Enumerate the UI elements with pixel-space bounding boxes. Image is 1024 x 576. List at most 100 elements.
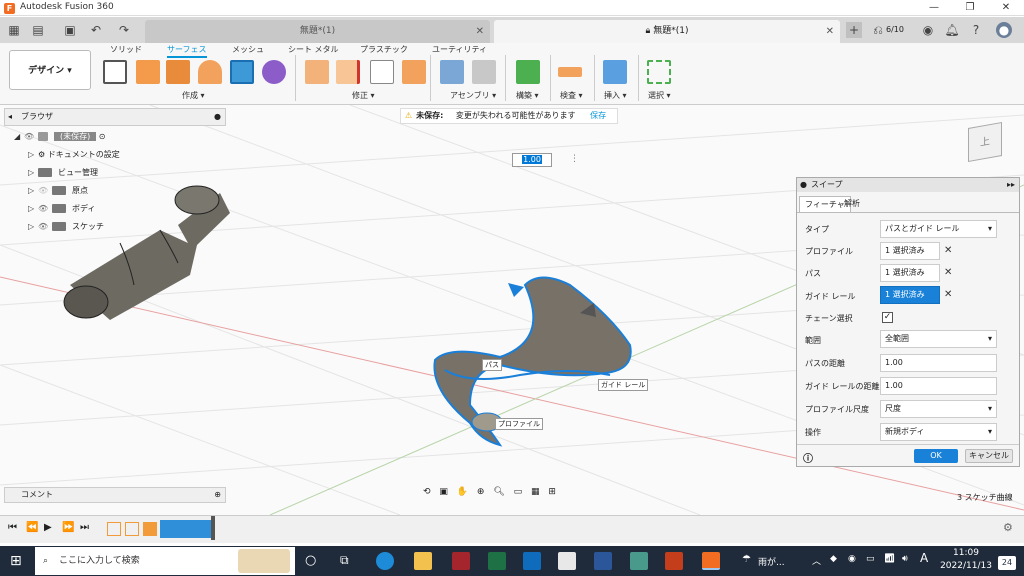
- collapse-icon[interactable]: ◂: [8, 109, 12, 125]
- pin-icon[interactable]: ●: [214, 109, 221, 125]
- clear-profile-icon[interactable]: ✕: [944, 245, 952, 256]
- edge-icon[interactable]: [376, 552, 394, 570]
- close-tab-icon[interactable]: ✕: [826, 20, 834, 43]
- tray-app-icon[interactable]: ◆: [830, 554, 837, 564]
- file-explorer-icon[interactable]: [414, 552, 432, 570]
- clock-date[interactable]: 2022/11/13: [935, 561, 997, 571]
- display-settings-icon[interactable]: ▭: [514, 487, 523, 497]
- ok-button[interactable]: OK: [914, 449, 958, 463]
- construct-group-label[interactable]: 構築 ▾: [516, 90, 539, 101]
- timeline-sketch-icon[interactable]: [107, 522, 121, 536]
- step-forward-icon[interactable]: ⏩: [62, 522, 74, 533]
- add-comment-icon[interactable]: ⊕: [214, 488, 221, 502]
- eye-icon[interactable]: 👁︎: [24, 129, 38, 145]
- timeline-marker[interactable]: [211, 516, 215, 540]
- cortana-icon[interactable]: ○: [305, 553, 316, 568]
- redo-icon[interactable]: ↷: [116, 22, 132, 38]
- extensions-icon[interactable]: ◉: [920, 22, 936, 38]
- sweep-dialog-header[interactable]: ● スイープ ▸▸: [797, 178, 1019, 192]
- timeline-sketch-icon[interactable]: [125, 522, 139, 536]
- ime-indicator[interactable]: A: [920, 551, 928, 565]
- clear-path-icon[interactable]: ✕: [944, 267, 952, 278]
- info-icon[interactable]: ⓘ: [803, 450, 813, 465]
- tree-item-bodies[interactable]: ▷ 👁︎ ボディ: [28, 201, 95, 217]
- eye-icon[interactable]: 👁︎: [38, 219, 52, 235]
- measure-icon[interactable]: [558, 67, 582, 77]
- cancel-button[interactable]: キャンセル: [965, 449, 1013, 463]
- timeline-active-feature[interactable]: [160, 520, 212, 538]
- new-component-icon[interactable]: [440, 60, 464, 84]
- paint-icon[interactable]: [558, 552, 576, 570]
- browser-root[interactable]: ◢ 👁︎ (未保存) ⊙: [14, 129, 106, 145]
- excel-icon[interactable]: [488, 552, 506, 570]
- extrude-icon[interactable]: [136, 60, 160, 84]
- patch-icon[interactable]: [262, 60, 286, 84]
- tray-app-icon[interactable]: ◉: [848, 554, 856, 564]
- clear-guide-rail-icon[interactable]: ✕: [944, 289, 952, 300]
- help-icon[interactable]: ?: [968, 22, 984, 38]
- profile-scale-select[interactable]: 尺度 ▾: [880, 400, 997, 418]
- comment-panel-header[interactable]: コメント ⊕: [4, 487, 226, 503]
- operation-select[interactable]: 新規ボディ ▾: [880, 423, 997, 441]
- press-pull-icon[interactable]: [402, 60, 426, 84]
- document-tab-2[interactable]: 🔒︎ 無題*(1) ✕: [494, 20, 840, 43]
- distance-input[interactable]: 1.00: [512, 153, 552, 167]
- fusion-taskbar-icon[interactable]: [702, 552, 720, 570]
- battery-icon[interactable]: ▭: [866, 554, 875, 564]
- file-icon[interactable]: ▤: [30, 22, 46, 38]
- notepad-icon[interactable]: [630, 552, 648, 570]
- guide-rail-select-button[interactable]: 1 選択済み: [880, 286, 940, 304]
- modify-group-label[interactable]: 修正 ▾: [352, 90, 375, 101]
- close-icon[interactable]: ✕: [994, 1, 1018, 15]
- dialog-collapse-icon[interactable]: ●: [800, 178, 807, 192]
- app-grid-icon[interactable]: ▦: [6, 22, 22, 38]
- wifi-icon[interactable]: 📶︎: [884, 554, 895, 564]
- weather-text[interactable]: 雨が...: [758, 555, 785, 568]
- minimize-icon[interactable]: —: [922, 1, 946, 15]
- user-avatar[interactable]: ●: [996, 22, 1012, 38]
- more-options-icon[interactable]: ⋮: [570, 154, 579, 164]
- tree-item-named-views[interactable]: ▷ ビュー管理: [28, 165, 98, 181]
- expand-arrow-icon[interactable]: ▷: [28, 219, 38, 235]
- notification-badge[interactable]: 24: [998, 556, 1016, 570]
- select-icon[interactable]: [647, 60, 671, 84]
- joint-icon[interactable]: [472, 60, 496, 84]
- collapse-arrow-icon[interactable]: ◢: [14, 129, 24, 145]
- job-status-icon[interactable]: ⎌: [870, 22, 886, 38]
- tree-item-doc-settings[interactable]: ▷ ⚙ ドキュメントの設定: [28, 147, 120, 163]
- revolve-icon[interactable]: [166, 60, 190, 84]
- viewports-icon[interactable]: ⊞: [548, 487, 556, 497]
- go-to-end-icon[interactable]: ⏭: [80, 522, 89, 533]
- tab-plastic[interactable]: プラスチック: [360, 44, 408, 55]
- tree-item-sketches[interactable]: ▷ 👁︎ スケッチ: [28, 219, 104, 235]
- loft-icon[interactable]: [230, 60, 254, 84]
- outlook-icon[interactable]: [523, 552, 541, 570]
- tab-solid[interactable]: ソリッド: [110, 44, 142, 55]
- delete-face-icon[interactable]: [336, 60, 360, 84]
- orbit-icon[interactable]: ⟲: [423, 487, 431, 497]
- expand-arrow-icon[interactable]: ▷: [28, 147, 38, 163]
- tree-item-origin[interactable]: ▷ 👁︎ 原点: [28, 183, 88, 199]
- offset-icon[interactable]: [305, 60, 329, 84]
- expand-arrow-icon[interactable]: ▷: [28, 165, 38, 181]
- zoom-icon[interactable]: 🔍︎: [493, 487, 504, 497]
- undo-icon[interactable]: ↶: [88, 22, 104, 38]
- inspect-group-label[interactable]: 検査 ▾: [560, 90, 583, 101]
- task-view-icon[interactable]: ⧉: [340, 553, 349, 568]
- look-at-icon[interactable]: ▣: [439, 487, 448, 497]
- sweep-icon[interactable]: [198, 60, 222, 84]
- path-distance-input[interactable]: 1.00: [880, 354, 997, 372]
- document-tab-1[interactable]: 無題*(1) ✕: [145, 20, 490, 43]
- tray-chevron-icon[interactable]: ︿: [812, 554, 821, 567]
- scissors-icon[interactable]: [370, 60, 394, 84]
- expand-arrow-icon[interactable]: ▷: [28, 183, 38, 199]
- create-group-label[interactable]: 作成 ▾: [182, 90, 205, 101]
- profile-select-button[interactable]: 1 選択済み: [880, 242, 940, 260]
- drag-arrow-icon[interactable]: [508, 283, 524, 297]
- type-select[interactable]: パスとガイド レール ▾: [880, 220, 997, 238]
- eye-icon[interactable]: 👁︎: [38, 201, 52, 217]
- word-icon[interactable]: [594, 552, 612, 570]
- zoom-fit-icon[interactable]: ⊕: [477, 487, 485, 497]
- tab-utility[interactable]: ユーティリティ: [432, 44, 487, 55]
- assemble-group-label[interactable]: アセンブリ ▾: [450, 90, 496, 101]
